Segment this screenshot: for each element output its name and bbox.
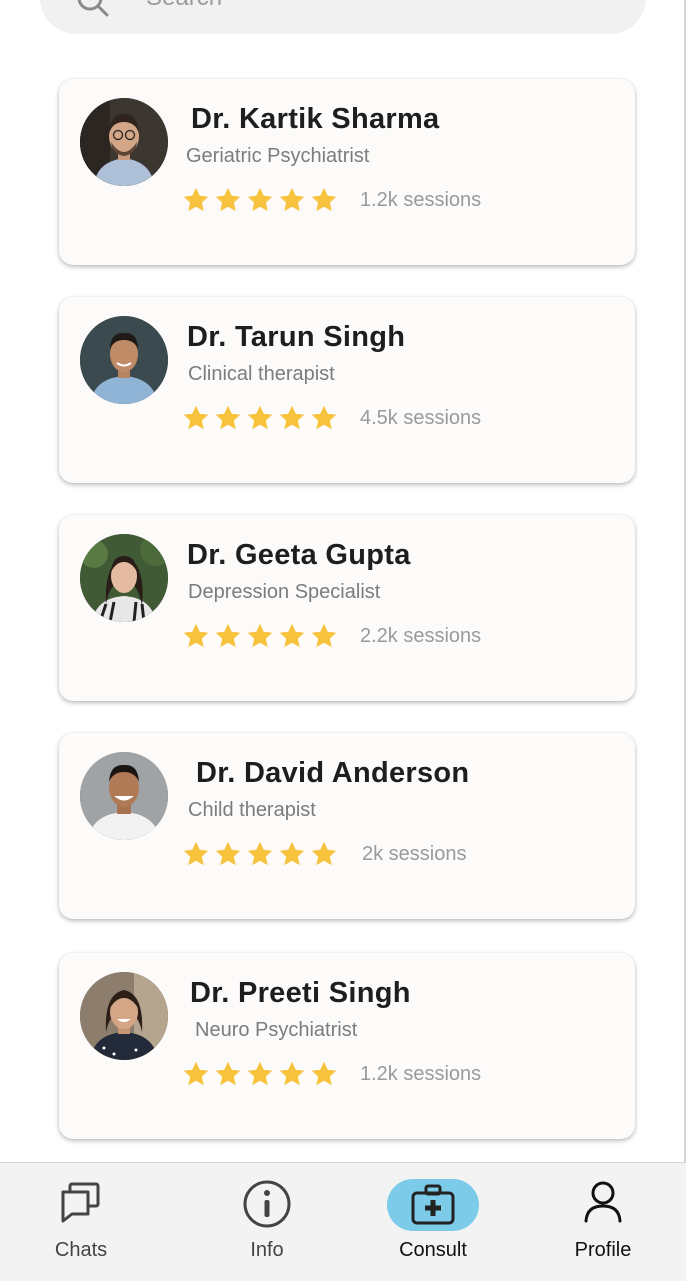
- doctor-card[interactable]: Dr. Geeta Gupta Depression Specialist 2.…: [59, 515, 635, 701]
- rating: 1.2k sessions: [182, 185, 481, 215]
- nav-consult[interactable]: Consult: [372, 1163, 494, 1281]
- star-rating: [182, 1060, 338, 1088]
- star-icon: [311, 405, 337, 430]
- star-rating: [182, 622, 338, 650]
- avatar: [80, 752, 168, 840]
- star-icon: [279, 841, 305, 866]
- doctor-name: Dr. David Anderson: [196, 757, 470, 789]
- doctor-card[interactable]: Dr. Tarun Singh Clinical therapist 4.5k …: [59, 297, 635, 483]
- star-icon: [311, 623, 337, 648]
- star-icon: [311, 1061, 337, 1086]
- star-rating: [182, 404, 338, 432]
- medical-kit-icon: [410, 1183, 456, 1232]
- star-icon: [183, 1061, 209, 1086]
- sessions-count: 1.2k sessions: [360, 1062, 482, 1085]
- rating: 1.2k sessions: [182, 1059, 481, 1089]
- nav-label: Chats: [54, 1239, 108, 1261]
- star-icon: [247, 1061, 273, 1086]
- search-icon: [76, 0, 110, 23]
- star-icon: [215, 623, 241, 648]
- star-rating: [182, 840, 338, 868]
- doctor-specialty: Clinical therapist: [188, 363, 335, 385]
- star-icon: [183, 623, 209, 648]
- avatar: [80, 972, 168, 1060]
- rating: 2.2k sessions: [182, 621, 481, 651]
- sessions-count: 2k sessions: [362, 842, 467, 865]
- doctor-card[interactable]: Dr. David Anderson Child therapist 2k se…: [59, 733, 635, 919]
- nav-info[interactable]: Info: [206, 1163, 328, 1281]
- star-icon: [215, 841, 241, 866]
- star-icon: [247, 187, 273, 212]
- chats-icon: [58, 1179, 104, 1230]
- doctor-name: Dr. Tarun Singh: [187, 321, 406, 353]
- nav-label: Info: [250, 1239, 284, 1261]
- doctor-name: Dr. Geeta Gupta: [187, 539, 411, 571]
- doctor-specialty: Neuro Psychiatrist: [195, 1019, 358, 1041]
- doctor-specialty: Depression Specialist: [188, 581, 381, 603]
- doctor-name: Dr. Preeti Singh: [190, 977, 411, 1009]
- star-icon: [311, 187, 337, 212]
- star-icon: [247, 841, 273, 866]
- bottom-nav: Chats Info Consult Profile: [0, 1162, 686, 1281]
- nav-chats[interactable]: Chats: [20, 1163, 142, 1281]
- star-rating: [182, 186, 338, 214]
- nav-label: Profile: [574, 1239, 632, 1261]
- search-input[interactable]: [144, 0, 588, 14]
- sessions-count: 4.5k sessions: [360, 406, 482, 429]
- search-bar[interactable]: [40, 0, 646, 34]
- avatar: [80, 98, 168, 186]
- rating: 4.5k sessions: [182, 403, 481, 433]
- sessions-count: 2.2k sessions: [360, 624, 482, 647]
- star-icon: [279, 1061, 305, 1086]
- star-icon: [247, 405, 273, 430]
- star-icon: [183, 405, 209, 430]
- doctor-specialty: Geriatric Psychiatrist: [186, 145, 370, 167]
- star-icon: [215, 405, 241, 430]
- doctor-specialty: Child therapist: [188, 799, 316, 821]
- nav-label: Consult: [399, 1239, 467, 1261]
- doctor-card[interactable]: Dr. Kartik Sharma Geriatric Psychiatrist…: [59, 79, 635, 265]
- sessions-count: 1.2k sessions: [360, 188, 482, 211]
- star-icon: [279, 623, 305, 648]
- star-icon: [279, 187, 305, 212]
- star-icon: [247, 623, 273, 648]
- star-icon: [215, 1061, 241, 1086]
- doctor-name: Dr. Kartik Sharma: [191, 103, 440, 135]
- profile-icon: [581, 1179, 625, 1230]
- avatar: [80, 316, 168, 404]
- star-icon: [279, 405, 305, 430]
- star-icon: [311, 841, 337, 866]
- nav-profile[interactable]: Profile: [542, 1163, 664, 1281]
- star-icon: [215, 187, 241, 212]
- doctor-card[interactable]: Dr. Preeti Singh Neuro Psychiatrist 1.2k…: [59, 953, 635, 1139]
- star-icon: [183, 841, 209, 866]
- avatar: [80, 534, 168, 622]
- info-icon: [242, 1179, 292, 1234]
- star-icon: [183, 187, 209, 212]
- rating: 2k sessions: [182, 839, 467, 869]
